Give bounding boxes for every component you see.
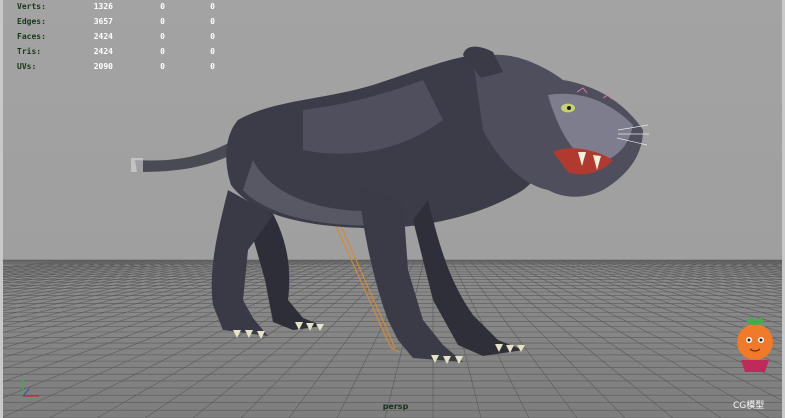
hud-stat-value: 0: [210, 17, 215, 26]
hud-stat-value: 2090: [93, 62, 113, 71]
hud-stat-value: 0: [210, 47, 215, 56]
hud-stat-value: 0: [160, 2, 165, 11]
hud-stat-label: UVs:: [17, 62, 37, 71]
perspective-viewport[interactable]: Verts: 1326 0 0 Edges: 3657 0 0 Faces: 2424 0 0 Tris…: [0, 0, 785, 418]
watermark-text: CG模型: [733, 401, 765, 411]
xyz-axis-icon: [22, 378, 39, 397]
hud-stat-label: Edges:: [17, 17, 46, 26]
hud-stat-label: Faces:: [17, 32, 46, 41]
fruit-mascot-logo: [737, 317, 773, 372]
hud-stat-value: 0: [160, 32, 165, 41]
hud-stat-value: 2424: [93, 47, 113, 56]
hud-row: Edges: 3657 0 0: [17, 17, 217, 32]
hud-stat-value: 0: [160, 47, 165, 56]
hud-stat-value: 0: [160, 17, 165, 26]
camera-name-label: persp: [382, 402, 409, 411]
hud-row: Faces: 2424 0 0: [17, 32, 217, 47]
hud-row: Verts: 1326 0 0: [17, 2, 217, 17]
hud-stat-value: 0: [210, 62, 215, 71]
hud-stat-label: Tris:: [17, 47, 42, 56]
hud-stat-value: 0: [160, 62, 165, 71]
panther-model: [131, 46, 649, 364]
hud-stat-value: 2424: [93, 32, 113, 41]
hud-row: Tris: 2424 0 0: [17, 47, 217, 62]
hud-stat-value: 3657: [93, 17, 113, 26]
hud-stat-value: 0: [210, 32, 215, 41]
hud-row: UVs: 2090 0 0: [17, 62, 217, 77]
hud-stat-label: Verts:: [17, 2, 46, 11]
hud-stat-value: 1326: [93, 2, 113, 11]
hud-stat-value: 0: [210, 2, 215, 11]
